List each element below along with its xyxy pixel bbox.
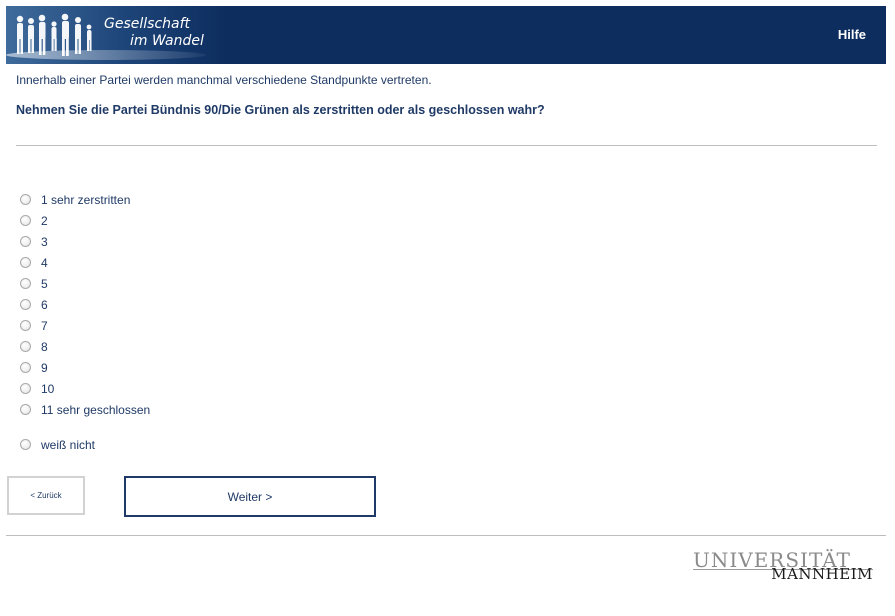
radio-button[interactable] [20, 215, 31, 226]
option-6[interactable]: 6 [20, 294, 150, 315]
option-3[interactable]: 3 [20, 231, 150, 252]
radio-button[interactable] [20, 194, 31, 205]
option-label: 5 [41, 276, 48, 291]
next-button[interactable]: Weiter > [124, 476, 376, 517]
option-label: 4 [41, 255, 48, 270]
option-label: 10 [41, 381, 55, 396]
option-10[interactable]: 10 [20, 378, 150, 399]
radio-button[interactable] [20, 404, 31, 415]
option-label: 11 sehr geschlossen [41, 402, 151, 417]
radio-button[interactable] [20, 341, 31, 352]
option-7[interactable]: 7 [20, 315, 150, 336]
radio-button[interactable] [20, 320, 31, 331]
divider [16, 145, 877, 146]
option-spacer [20, 420, 150, 434]
header-bar: Gesellschaft im Wandel Hilfe [6, 6, 886, 64]
help-link[interactable]: Hilfe [838, 27, 866, 42]
option-dont-know[interactable]: weiß nicht [20, 434, 150, 455]
radio-button[interactable] [20, 257, 31, 268]
option-11[interactable]: 11 sehr geschlossen [20, 399, 150, 420]
radio-button[interactable] [20, 362, 31, 373]
radio-button[interactable] [20, 299, 31, 310]
university-logo: UNIVERSITÄT MANNHEIM [693, 548, 873, 584]
option-label: 7 [41, 318, 48, 333]
option-label: 6 [41, 297, 48, 312]
option-4[interactable]: 4 [20, 252, 150, 273]
question-text: Nehmen Sie die Partei Bündnis 90/Die Grü… [16, 103, 545, 117]
radio-button[interactable] [20, 383, 31, 394]
logo-line1: Gesellschaft [104, 16, 191, 32]
option-label: 1 sehr zerstritten [41, 192, 131, 207]
footer-divider [6, 535, 886, 536]
option-8[interactable]: 8 [20, 336, 150, 357]
option-2[interactable]: 2 [20, 210, 150, 231]
radio-button[interactable] [20, 278, 31, 289]
question-intro: Innerhalb einer Partei werden manchmal v… [16, 73, 432, 87]
option-9[interactable]: 9 [20, 357, 150, 378]
answer-options: 1 sehr zerstritten 2 3 4 5 6 7 8 9 10 11… [20, 189, 150, 455]
radio-button[interactable] [20, 236, 31, 247]
university-logo-line2: MANNHEIM [771, 565, 873, 583]
project-logo: Gesellschaft im Wandel [6, 6, 226, 64]
option-1[interactable]: 1 sehr zerstritten [20, 189, 150, 210]
logo-wordmark: Gesellschaft im Wandel [104, 16, 204, 50]
option-label: 9 [41, 360, 48, 375]
option-label: 3 [41, 234, 48, 249]
people-silhouette-icon [16, 13, 92, 56]
logo-line2: im Wandel [130, 33, 204, 49]
option-5[interactable]: 5 [20, 273, 150, 294]
option-label: 2 [41, 213, 48, 228]
back-button[interactable]: < Zurück [7, 476, 85, 515]
option-label: 8 [41, 339, 48, 354]
option-label: weiß nicht [41, 437, 96, 452]
radio-button[interactable] [20, 439, 31, 450]
